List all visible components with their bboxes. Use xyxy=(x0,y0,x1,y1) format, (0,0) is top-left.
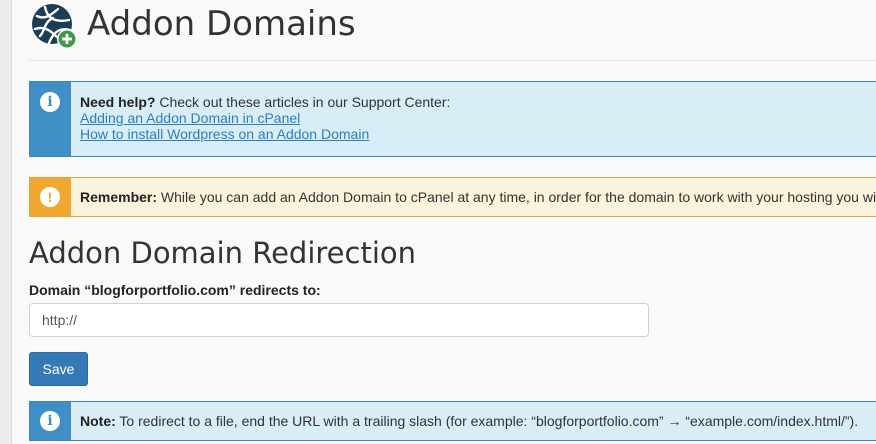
page: Addon Domains i Need help? Check out the… xyxy=(0,0,876,444)
redirect-field-label: Domain “blogforportfolio.com” redirects … xyxy=(29,282,321,298)
globe-plus-icon xyxy=(32,4,77,49)
info-icon: i xyxy=(40,411,60,431)
support-link-adding-addon-domain[interactable]: Adding an Addon Domain in cPanel xyxy=(80,110,300,126)
page-title: Addon Domains xyxy=(87,4,356,44)
remember-alert-lead: Remember: xyxy=(80,189,158,205)
redirection-section-title: Addon Domain Redirection xyxy=(29,236,417,270)
remember-alert-strip: ! xyxy=(30,178,71,216)
page-header: Addon Domains xyxy=(29,0,876,61)
exclamation-icon: ! xyxy=(40,187,60,207)
remember-alert: ! Remember: While you can add an Addon D… xyxy=(29,177,876,217)
note-alert-body: Note: To redirect to a file, end the URL… xyxy=(80,413,876,429)
note-alert-message: To redirect to a file, end the URL with … xyxy=(115,413,859,429)
redirect-url-input[interactable] xyxy=(29,303,649,337)
info-icon: i xyxy=(40,92,60,112)
note-alert-strip: i xyxy=(30,402,71,440)
remember-alert-message: While you can add an Addon Domain to cPa… xyxy=(157,189,876,205)
help-alert-lead: Need help? xyxy=(80,94,156,110)
help-alert-strip: i xyxy=(30,82,71,156)
help-alert-text: Need help? Check out these articles in o… xyxy=(80,94,876,110)
note-alert-lead: Note: xyxy=(80,413,116,429)
support-link-install-wordpress[interactable]: How to install Wordpress on an Addon Dom… xyxy=(80,126,369,142)
help-alert-body: Need help? Check out these articles in o… xyxy=(80,94,876,142)
help-alert-message: Check out these articles in our Support … xyxy=(155,94,451,110)
remember-alert-body: Remember: While you can add an Addon Dom… xyxy=(80,189,876,205)
note-alert: i Note: To redirect to a file, end the U… xyxy=(29,401,876,441)
save-button[interactable]: Save xyxy=(29,352,88,386)
help-alert: i Need help? Check out these articles in… xyxy=(29,81,876,157)
main-content: Addon Domains i Need help? Check out the… xyxy=(29,0,876,441)
left-sidebar-edge xyxy=(0,0,12,444)
